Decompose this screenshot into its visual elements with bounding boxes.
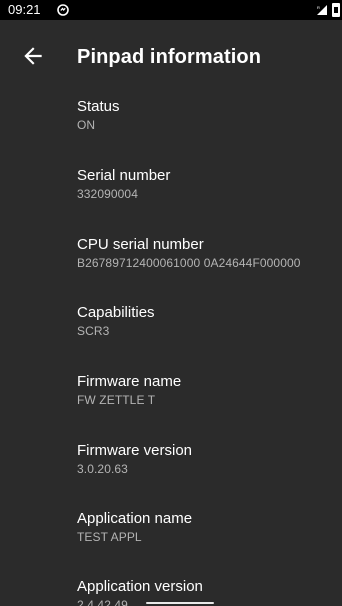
list-item-status: Status ON xyxy=(77,98,337,133)
app-bar: Pinpad information xyxy=(0,20,342,90)
list-item-firmware-version: Firmware version 3.0.20.63 xyxy=(77,442,337,477)
list-item-cpu-serial-number: CPU serial number B26789712400061000 0A2… xyxy=(77,236,337,271)
item-label: Application version xyxy=(77,578,203,595)
item-label: Firmware name xyxy=(77,373,182,390)
item-label: Status xyxy=(77,98,120,115)
app-notification-icon xyxy=(57,4,69,16)
item-value: 332090004 xyxy=(77,187,138,201)
item-label: Capabilities xyxy=(77,304,155,321)
list-item-serial-number: Serial number 332090004 xyxy=(77,167,337,202)
status-bar: 09:21 R xyxy=(0,0,342,20)
page-title: Pinpad information xyxy=(77,46,262,68)
gesture-navigation-handle[interactable] xyxy=(146,602,214,604)
battery-icon xyxy=(332,3,340,17)
list-item-capabilities: Capabilities SCR3 xyxy=(77,304,337,339)
item-label: Firmware version xyxy=(77,442,193,459)
item-value: ON xyxy=(77,118,96,132)
list-item-firmware-name: Firmware name FW ZETTLE T xyxy=(77,373,337,408)
item-value: FW ZETTLE T xyxy=(77,393,156,407)
item-value: SCR3 xyxy=(77,324,110,338)
item-label: Application name xyxy=(77,510,193,527)
item-label: Serial number xyxy=(77,167,171,184)
info-list: Status ON Serial number 332090004 CPU se… xyxy=(0,90,342,606)
status-time: 09:21 xyxy=(8,2,41,17)
item-value: B26789712400061000 0A24644F000000 xyxy=(77,256,301,270)
item-value: TEST APPL xyxy=(77,530,142,544)
svg-text:R: R xyxy=(317,5,320,10)
item-value: 3.0.20.63 xyxy=(77,462,128,476)
list-item-application-name: Application name TEST APPL xyxy=(77,510,337,545)
signal-icon: R xyxy=(317,5,327,15)
back-arrow-icon[interactable] xyxy=(20,43,46,69)
item-label: CPU serial number xyxy=(77,236,204,253)
